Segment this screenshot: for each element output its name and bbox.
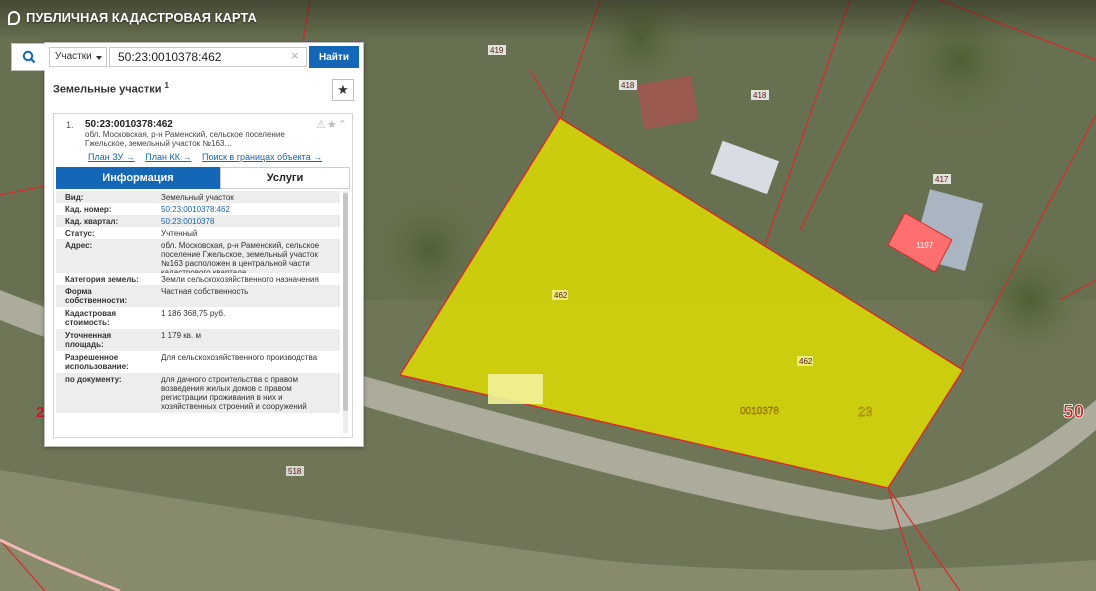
map-label-419: 419	[490, 46, 504, 55]
star-icon: ★	[337, 82, 349, 97]
caret-down-icon	[96, 56, 102, 60]
info-row: Кадастровая стоимость: 1 186 368,75 руб.	[56, 307, 340, 329]
info-row-value[interactable]: 50:23:0010378	[161, 217, 339, 226]
info-row: Категория земель: Земли сельскохозяйствен…	[56, 273, 340, 285]
result-cadastral-id[interactable]: 50:23:0010378:462	[85, 119, 173, 130]
search-input[interactable]	[109, 47, 307, 67]
scrollbar-thumb[interactable]	[343, 193, 348, 411]
map-label-462-a: 462	[554, 291, 568, 300]
link-search-in-bounds[interactable]: Поиск в границах объекта →	[202, 152, 322, 162]
search-type-label: Участки	[55, 51, 92, 62]
star-outline-icon[interactable]: ★	[327, 119, 338, 131]
search-type-dropdown[interactable]: Участки	[49, 47, 107, 67]
info-row-key: Форма собственности:	[65, 287, 128, 305]
search-panel: Участки × Найти Земельные участки 1 ★ 1.…	[11, 42, 364, 447]
app-logo[interactable]: ПУБЛИЧНАЯ КАДАСТРОВАЯ КАРТА	[8, 10, 257, 25]
search-bar: Участки × Найти	[11, 43, 363, 71]
info-row-key: Разрешенное использование:	[65, 353, 129, 371]
result-address: обл. Московская, р-н Раменский, сельское…	[85, 130, 285, 148]
map-label-418: 418	[621, 81, 635, 90]
info-row-value: Земли сельскохозяйственного назначения	[161, 275, 319, 284]
map-label-417: 417	[935, 175, 949, 184]
info-row: Разрешенное использование: Для сельскохоз…	[56, 351, 340, 373]
info-row-value: обл. Московская, р-н Раменский, сельское…	[161, 241, 320, 277]
info-row: Статус: Учтенный	[56, 227, 340, 239]
link-plan-kk[interactable]: План КК →	[145, 152, 191, 162]
info-row-key: Кад. номер:	[65, 205, 112, 214]
info-row-value: Учтенный	[161, 229, 198, 238]
info-row: Кад. номер: 50:23:0010378:462	[56, 203, 340, 215]
info-row: Адрес: обл. Московская, р-н Раменский, се…	[56, 239, 340, 277]
app-title: ПУБЛИЧНАЯ КАДАСТРОВАЯ КАРТА	[26, 10, 257, 25]
result-index: 1.	[66, 120, 74, 130]
search-toggle-button[interactable]	[11, 43, 45, 71]
map-label-1197: 1197	[916, 241, 934, 250]
result-links: План ЗУ → План КК → Поиск в границах объ…	[88, 152, 330, 162]
info-row-value: для дачного строительства с правом возве…	[161, 375, 307, 411]
info-row-key: Кад. квартал:	[65, 217, 119, 226]
quarter-label: 0010378	[740, 406, 779, 417]
info-table: Вид: Земельный участок Кад. номер: 50:23:00…	[56, 191, 340, 431]
search-icon	[22, 50, 35, 64]
info-row-value: 1 186 368,75 руб.	[161, 309, 226, 318]
info-row-key: Статус:	[65, 229, 95, 238]
card-tabs: Информация Услуги	[56, 167, 350, 189]
info-row-key: Категория земель:	[65, 275, 139, 284]
app-header: ПУБЛИЧНАЯ КАДАСТРОВАЯ КАРТА	[0, 0, 1096, 40]
info-row-key: Адрес:	[65, 241, 93, 250]
info-row-value: 1 179 кв. м	[161, 331, 201, 340]
tab-info[interactable]: Информация	[56, 167, 220, 189]
clear-icon[interactable]: ×	[291, 48, 299, 63]
info-row-value: Земельный участок	[161, 193, 234, 202]
map-label-518: 518	[288, 467, 302, 476]
chevron-up-icon[interactable]: ⌃	[338, 119, 348, 131]
search-submit-button[interactable]: Найти	[309, 46, 359, 68]
map-label-462-b: 462	[799, 357, 813, 366]
results-title-text: Земельные участки	[53, 83, 162, 96]
results-count: 1	[164, 81, 169, 90]
info-row-key: Вид:	[65, 193, 84, 202]
favorite-button[interactable]: ★	[332, 79, 354, 101]
info-row: по документу: для дачного строительства с…	[56, 373, 340, 413]
logo-icon	[8, 10, 20, 25]
info-row: Вид: Земельный участок	[56, 191, 340, 203]
info-row-value: Для сельскохозяйственного производства	[161, 353, 318, 362]
tab-services[interactable]: Услуги	[220, 167, 350, 189]
region-label: 50	[1063, 402, 1084, 423]
map-label-418b: 418	[753, 91, 767, 100]
district-label: 23	[858, 404, 872, 419]
info-row-value: Частная собственность	[161, 287, 249, 296]
info-row: Кад. квартал: 50:23:0010378	[56, 215, 340, 227]
info-row: Уточненная площадь: 1 179 кв. м	[56, 329, 340, 351]
info-row-key: Уточненная площадь:	[65, 331, 112, 349]
info-scrollbar[interactable]	[343, 191, 348, 433]
result-card: 1. 50:23:0010378:462 ⚠★⌃ обл. Московская…	[53, 113, 353, 438]
info-row-value[interactable]: 50:23:0010378:462	[161, 205, 339, 214]
results-title: Земельные участки 1	[53, 81, 169, 96]
info-row-key: Кадастровая стоимость:	[65, 309, 117, 327]
link-plan-zu[interactable]: План ЗУ →	[88, 152, 135, 162]
info-row: Форма собственности: Частная собственност…	[56, 285, 340, 307]
info-row-key: по документу:	[65, 375, 122, 384]
